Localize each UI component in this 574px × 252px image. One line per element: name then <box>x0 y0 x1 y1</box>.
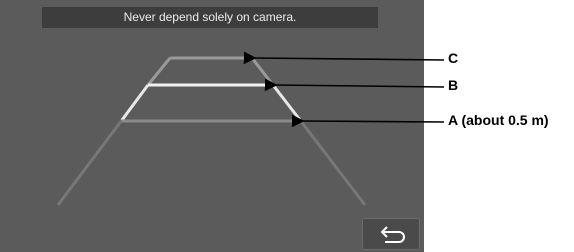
callout-arrow-a <box>291 114 445 128</box>
callout-label-b: B <box>448 77 459 93</box>
callout-label-c: C <box>448 50 459 66</box>
callout-label-a: A (about 0.5 m) <box>448 112 549 128</box>
callout-arrow-b <box>264 78 445 92</box>
callout-arrow-c <box>243 51 445 65</box>
